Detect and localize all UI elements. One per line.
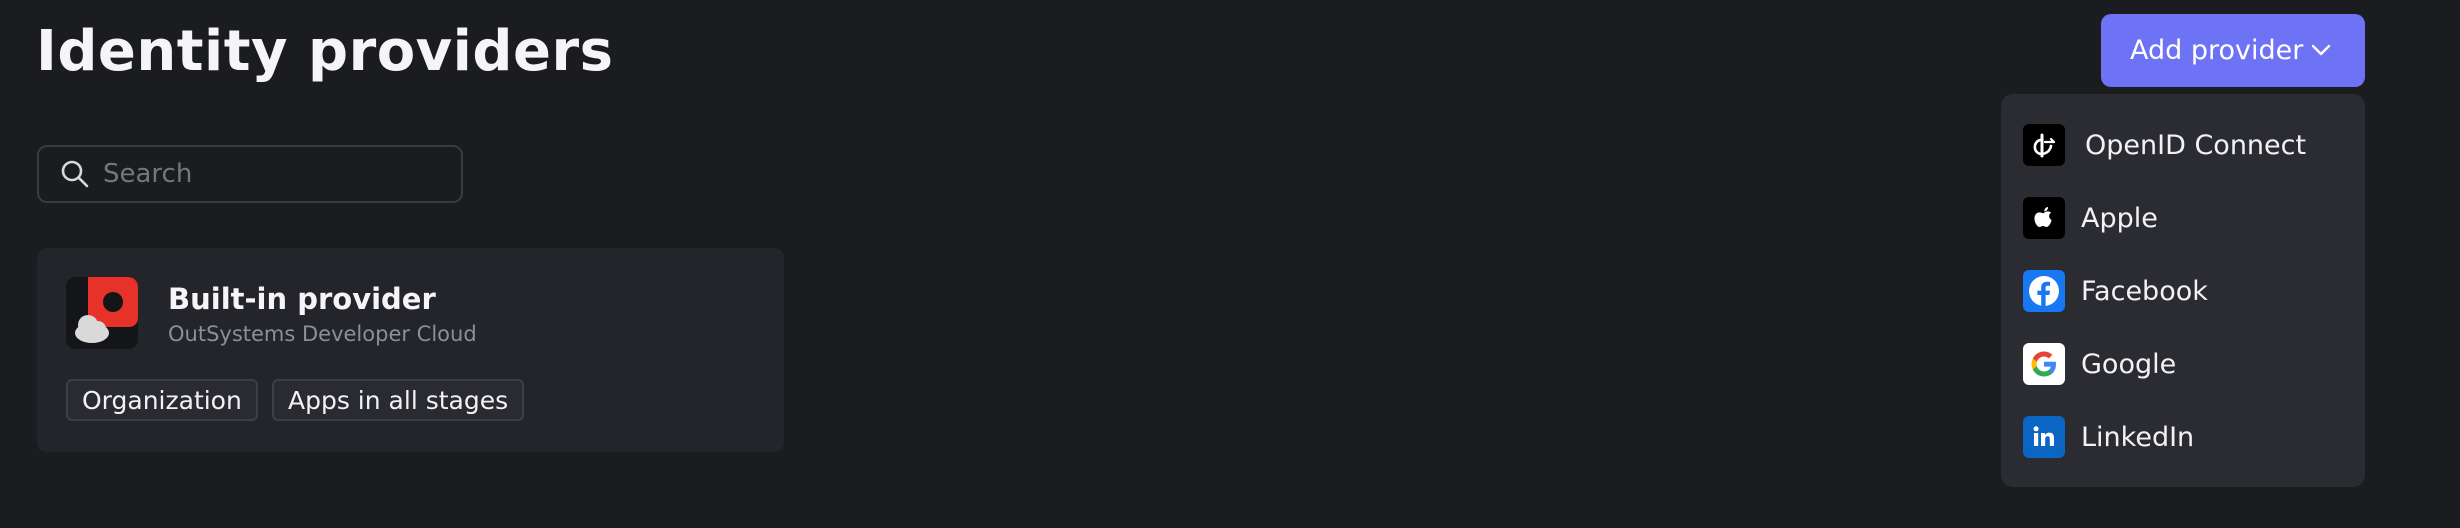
provider-name: Built-in provider bbox=[168, 282, 436, 316]
page-title: Identity providers bbox=[36, 19, 614, 84]
chevron-down-icon bbox=[2310, 41, 2332, 59]
provider-subtitle: OutSystems Developer Cloud bbox=[168, 322, 477, 346]
google-icon bbox=[2023, 343, 2065, 385]
add-provider-label: Add provider bbox=[2130, 35, 2304, 66]
search-box[interactable] bbox=[37, 145, 463, 203]
menu-item-label: Facebook bbox=[2081, 275, 2208, 307]
menu-item-label: Apple bbox=[2081, 202, 2158, 234]
tag-apps-in-all-stages: Apps in all stages bbox=[272, 379, 525, 421]
search-icon bbox=[59, 158, 91, 190]
add-provider-button[interactable]: Add provider bbox=[2101, 14, 2365, 87]
menu-item-label: Google bbox=[2081, 348, 2177, 380]
menu-item-apple[interactable]: Apple bbox=[2001, 183, 2365, 253]
outsystems-cloud-logo bbox=[66, 277, 138, 349]
provider-card[interactable]: Built-in provider OutSystems Developer C… bbox=[37, 248, 784, 452]
add-provider-menu: OpenID Connect Apple Facebook Google Lin… bbox=[2001, 94, 2365, 487]
apple-icon bbox=[2023, 197, 2065, 239]
menu-item-facebook[interactable]: Facebook bbox=[2001, 256, 2365, 326]
menu-item-label: LinkedIn bbox=[2081, 421, 2195, 453]
tag-organization: Organization bbox=[66, 379, 258, 421]
menu-item-google[interactable]: Google bbox=[2001, 329, 2365, 399]
menu-item-label: OpenID Connect bbox=[2085, 129, 2307, 161]
linkedin-icon bbox=[2023, 416, 2065, 458]
search-input[interactable] bbox=[101, 158, 445, 190]
facebook-icon bbox=[2023, 270, 2065, 312]
openid-icon bbox=[2023, 124, 2065, 166]
menu-item-openid-connect[interactable]: OpenID Connect bbox=[2001, 110, 2365, 180]
menu-item-linkedin[interactable]: LinkedIn bbox=[2001, 402, 2365, 472]
